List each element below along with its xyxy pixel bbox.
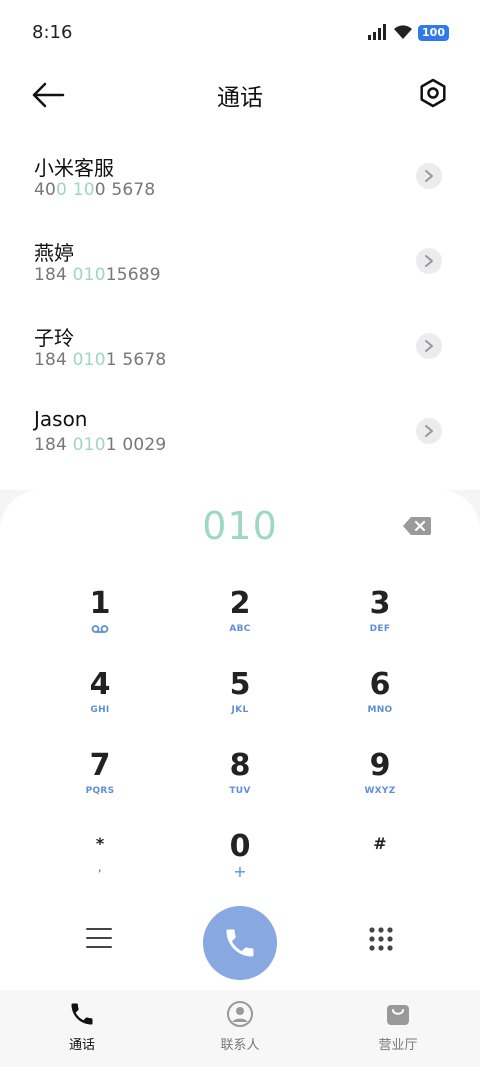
tab-label: 通话 — [68, 1038, 95, 1053]
contact-name: 燕婷 — [34, 241, 74, 265]
key-7[interactable]: 7 PQRS — [40, 748, 160, 818]
list-item[interactable]: 小米客服 400 100 5678 — [0, 130, 480, 214]
status-time: 8:16 — [32, 22, 73, 43]
key-digit: 8 — [229, 748, 251, 783]
key-digit: 2 — [229, 586, 251, 621]
key-5[interactable]: 5 JKL — [180, 667, 300, 737]
key-letters: JKL — [231, 705, 249, 715]
key-letters: TUV — [229, 786, 251, 796]
wifi-icon — [394, 25, 412, 39]
contact-number: 400 100 5678 — [34, 180, 156, 200]
key-letters: PQRS — [85, 786, 115, 796]
key-9[interactable]: 9 WXYZ — [320, 748, 440, 818]
key-4[interactable]: 4 GHI — [40, 667, 160, 737]
dialpad-toggle-icon[interactable] — [368, 926, 394, 952]
key-digit: 1 — [89, 586, 111, 621]
key-letters: + — [233, 862, 247, 881]
contact-icon — [227, 1001, 253, 1027]
key-digit: 7 — [89, 748, 111, 783]
contact-name: 子玲 — [34, 326, 74, 350]
contact-number: 184 01015689 — [34, 265, 161, 285]
detail-button[interactable] — [416, 248, 442, 274]
contact-list: 小米客服 400 100 5678 燕婷 184 01015689 子玲 184… — [0, 130, 480, 490]
key-0[interactable]: 0 + — [180, 829, 300, 899]
tab-label: 联系人 — [220, 1038, 260, 1053]
key-letters: , — [98, 864, 102, 874]
key-letters: ABC — [229, 624, 251, 634]
menu-icon[interactable] — [86, 926, 112, 950]
page-title: 通话 — [217, 85, 263, 111]
tab-store[interactable]: 营业厅 — [348, 1000, 448, 1060]
key-digit: 5 — [229, 667, 251, 702]
contact-name: 小米客服 — [34, 156, 114, 180]
list-item[interactable]: Jason 184 0101 0029 — [0, 385, 480, 469]
bottom-tab-bar: 通话 联系人 营业厅 — [0, 990, 480, 1067]
key-3[interactable]: 3 DEF — [320, 586, 440, 656]
tab-label: 营业厅 — [378, 1038, 418, 1053]
detail-button[interactable] — [416, 163, 442, 189]
backspace-icon[interactable] — [402, 516, 432, 536]
phone-icon — [226, 929, 254, 957]
battery-icon: 100 — [418, 25, 449, 41]
chevron-right-icon — [425, 340, 433, 352]
chevron-right-icon — [425, 425, 433, 437]
top-bar: 通话 — [0, 66, 480, 130]
key-digit: * — [95, 834, 105, 853]
key-digit: 0 — [229, 829, 251, 864]
shop-bag-icon — [387, 1005, 409, 1025]
list-item[interactable]: 子玲 184 0101 5678 — [0, 300, 480, 384]
chevron-right-icon — [425, 255, 433, 267]
phone-icon — [71, 1003, 93, 1025]
key-digit: 4 — [89, 667, 111, 702]
key-digit: 9 — [369, 748, 391, 783]
status-bar: 8:16 100 — [0, 0, 480, 66]
key-digit: 6 — [369, 667, 391, 702]
dialpad: 010 1 2 ABC 3 DEF 4 GHI 5 JKL 6 MNO 7 PQ… — [0, 490, 480, 990]
call-button[interactable] — [203, 906, 277, 980]
voicemail-icon — [91, 625, 109, 633]
key-letters: GHI — [90, 705, 110, 715]
key-1[interactable]: 1 — [40, 586, 160, 656]
key-8[interactable]: 8 TUV — [180, 748, 300, 818]
key-6[interactable]: 6 MNO — [320, 667, 440, 737]
key-star[interactable]: * , — [40, 826, 160, 896]
battery-level: 100 — [422, 26, 445, 39]
key-letters: WXYZ — [364, 786, 396, 796]
detail-button[interactable] — [416, 333, 442, 359]
key-letters: DEF — [369, 624, 391, 634]
key-2[interactable]: 2 ABC — [180, 586, 300, 656]
chevron-right-icon — [425, 170, 433, 182]
key-digit: 3 — [369, 586, 391, 621]
key-hash[interactable]: # — [320, 826, 440, 896]
key-digit: # — [373, 834, 387, 853]
contact-number: 184 0101 0029 — [34, 435, 167, 455]
detail-button[interactable] — [416, 418, 442, 444]
signal-icon — [368, 24, 386, 40]
tab-contacts[interactable]: 联系人 — [190, 1000, 290, 1060]
list-item[interactable]: 燕婷 184 01015689 — [0, 215, 480, 299]
contact-name: Jason — [34, 407, 88, 431]
tab-calls[interactable]: 通话 — [32, 1000, 132, 1060]
contact-number: 184 0101 5678 — [34, 350, 167, 370]
settings-icon[interactable] — [418, 78, 448, 108]
key-letters: MNO — [367, 705, 393, 715]
